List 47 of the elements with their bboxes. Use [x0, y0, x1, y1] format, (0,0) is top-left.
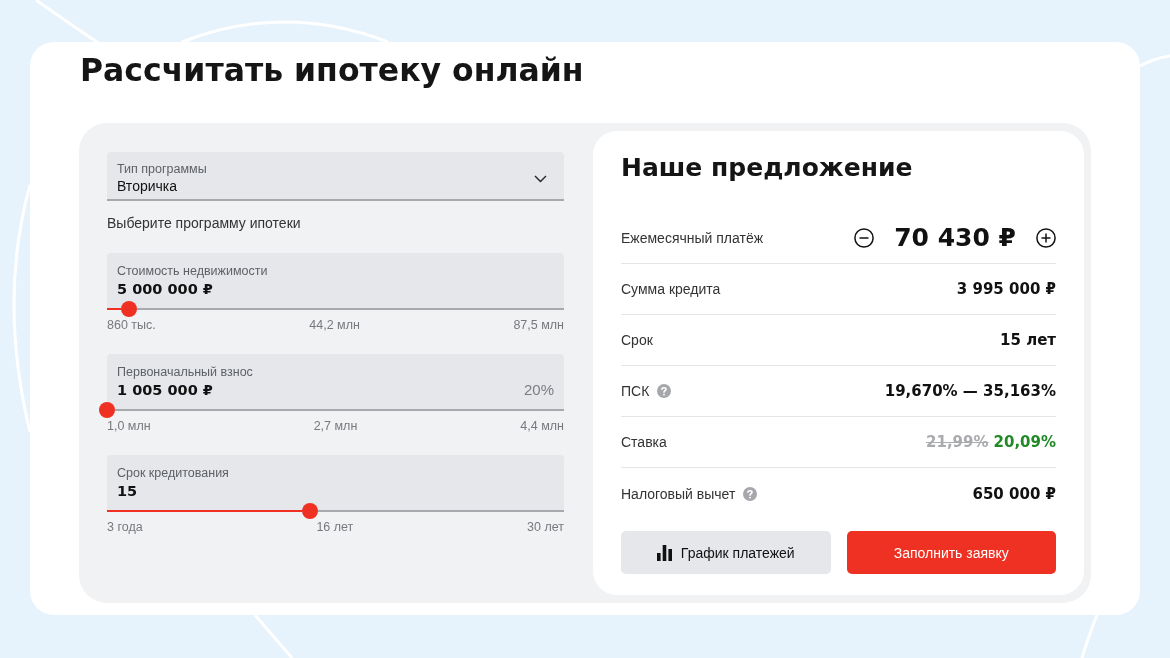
monthly-payment-value: 70 430 ₽ [894, 222, 1016, 254]
row-value: 650 000 ₽ [972, 483, 1056, 504]
old-rate-value: 21,99% [926, 433, 989, 451]
row-label: Ежемесячный платёж [621, 229, 764, 247]
bar-chart-icon [656, 544, 672, 561]
minus-circle-icon[interactable] [854, 228, 875, 248]
field-label: Тип программы [117, 161, 207, 177]
scale-label: 3 года [107, 520, 143, 534]
field-value: 5 000 000 ₽ [117, 280, 213, 299]
scale-label: 44,2 млн [309, 318, 360, 332]
slider-input-field[interactable]: Первоначальный взнос 1 005 000 ₽ 20% [107, 354, 564, 409]
scale-label: 4,4 млн [520, 419, 564, 433]
field-label: Стоимость недвижимости [117, 263, 268, 279]
row-value: 15 лет [1000, 330, 1056, 350]
scale-label: 16 лет [316, 520, 354, 534]
field-label: Первоначальный взнос [117, 364, 253, 380]
percent-value: 20% [523, 380, 554, 400]
row-label: ПСК [621, 382, 650, 400]
help-icon[interactable] [743, 486, 758, 501]
field-label: Срок кредитования [117, 465, 229, 481]
schedule-button[interactable]: График платежей [621, 531, 831, 574]
chevron-down-icon [534, 175, 547, 183]
scale-label: 2,7 млн [313, 419, 358, 433]
hint-text: Выберите программу ипотеки [107, 215, 301, 231]
offer-title: Наше предложение [621, 153, 913, 183]
row-label: Налоговый вычет [621, 484, 736, 503]
field-value: 1 005 000 ₽ [117, 381, 213, 400]
plus-circle-icon[interactable] [1036, 228, 1056, 248]
slider-input-field[interactable]: Срок кредитования 15 [107, 455, 564, 510]
field-value: 15 [117, 482, 138, 501]
page-title: Рассчитать ипотеку онлайн [80, 51, 584, 90]
row-label: Срок [621, 331, 653, 349]
apply-button[interactable]: Заполнить заявку [846, 531, 1056, 574]
scale-label: 1,0 млн [107, 419, 151, 433]
row-value: 3 995 000 ₽ [956, 279, 1056, 299]
row-value: 19,670% — 35,163% [884, 381, 1056, 401]
scale-label: 860 тыс. [107, 318, 156, 332]
row-label: Сумма кредита [621, 280, 721, 298]
scale-label: 30 лет [527, 520, 564, 534]
help-icon[interactable] [657, 384, 672, 398]
slider-input-field[interactable]: Стоимость недвижимости 5 000 000 ₽ [107, 253, 564, 308]
program-select[interactable]: Тип программы Вторичка [107, 152, 564, 201]
row-label: Ставка [621, 433, 667, 451]
select-value: Вторичка [117, 177, 178, 195]
rate-value: 20,09% [993, 433, 1056, 451]
slider-thumb[interactable] [99, 402, 115, 418]
scale-label: 87,5 млн [513, 318, 564, 332]
